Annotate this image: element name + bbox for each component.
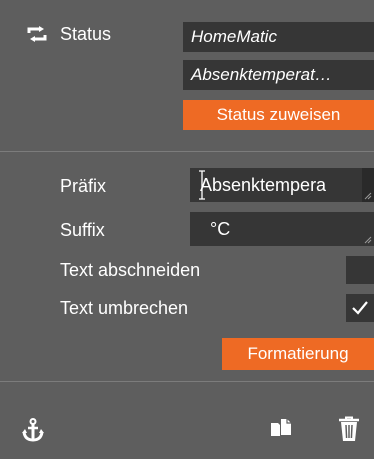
section-divider <box>0 151 374 152</box>
properties-panel: Status HomeMatic Absenktemperat… Status … <box>0 0 374 459</box>
prefix-label: Präfix <box>60 176 107 196</box>
section-divider <box>0 381 374 382</box>
status-section: Status HomeMatic Absenktemperat… Status … <box>0 0 374 144</box>
prefix-input[interactable]: Absenktempera <box>190 168 374 202</box>
resize-grip-icon <box>364 192 372 200</box>
resize-grip-icon <box>364 236 372 244</box>
text-cursor-icon <box>199 170 205 200</box>
wrap-text-checkbox[interactable] <box>346 294 374 322</box>
truncate-text-label: Text abschneiden <box>60 260 201 280</box>
assign-status-button[interactable]: Status zuweisen <box>183 100 374 130</box>
suffix-input[interactable]: °C <box>190 212 374 246</box>
formatting-button[interactable]: Formatierung <box>222 338 374 370</box>
anchor-icon[interactable] <box>22 418 44 442</box>
wrap-text-label: Text umbrechen <box>60 298 189 318</box>
status-source-field[interactable]: HomeMatic <box>183 22 374 52</box>
status-datapoint-field[interactable]: Absenktemperat… <box>183 60 374 90</box>
suffix-label: Suffix <box>60 220 105 240</box>
trash-icon[interactable] <box>338 416 360 442</box>
checkmark-icon <box>352 301 368 315</box>
swap-arrows-icon <box>27 26 47 42</box>
prefix-resize-handle[interactable] <box>362 168 374 202</box>
status-label: Status <box>60 24 112 44</box>
truncate-text-checkbox[interactable] <box>346 256 374 284</box>
copy-icon[interactable] <box>270 418 292 440</box>
